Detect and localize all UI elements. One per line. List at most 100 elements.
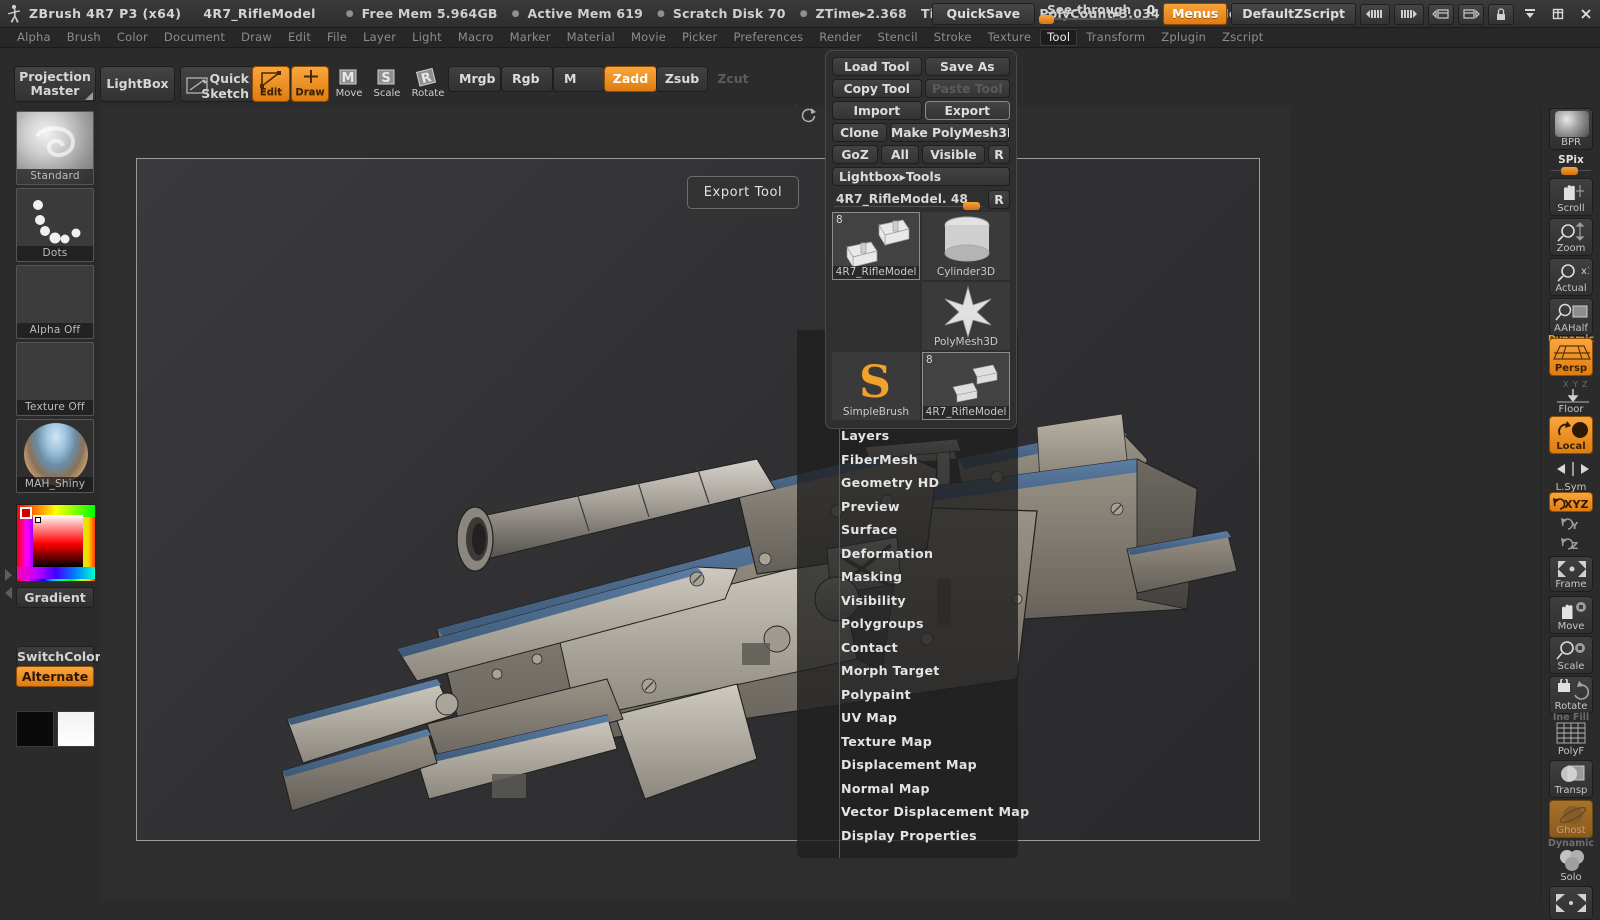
zcut-button[interactable]: Zcut [707,66,759,92]
switchcolor-button[interactable]: SwitchColor [16,646,101,667]
menu-render[interactable]: Render [812,29,868,46]
menu-tool[interactable]: Tool [1040,29,1078,46]
menu-color[interactable]: Color [110,29,155,46]
rgb-button[interactable]: Rgb [501,66,553,92]
goz-button[interactable]: GoZ [832,145,879,164]
menu-preferences[interactable]: Preferences [726,29,810,46]
visible-button[interactable]: Visible [921,145,986,164]
primary-color-swatch[interactable] [16,711,54,747]
menu-macro[interactable]: Macro [451,29,501,46]
edit-mode-button[interactable]: Edit [252,66,290,102]
save-as-button[interactable]: Save As [924,57,1010,76]
tool-tile-simplebrush[interactable]: S SimpleBrush [832,352,920,420]
bpr-render-button[interactable]: BPR [1549,108,1593,150]
tool-menu-normal-map[interactable]: Normal Map [839,777,930,800]
tool-menu-visibility[interactable]: Visibility [839,589,906,612]
dock-right-icon[interactable] [1458,3,1484,25]
import-button[interactable]: Import [832,101,922,120]
quick-sketch-button[interactable]: Quick Sketch [180,66,255,102]
transparency-button[interactable]: Transp [1549,760,1593,798]
current-stroke-thumbnail[interactable]: Dots [16,188,94,262]
menu-material[interactable]: Material [560,29,622,46]
document-frame[interactable] [136,158,1260,841]
tool-menu-geometry-hd[interactable]: Geometry HD [839,471,939,494]
refresh-icon[interactable] [800,106,818,124]
zoom-button[interactable]: Zoom [1549,218,1593,256]
current-material-thumbnail[interactable]: MAH_Shiny [16,419,94,493]
gradient-button[interactable]: Gradient [16,587,94,608]
m-button[interactable]: M [553,66,605,92]
load-tool-button[interactable]: Load Tool [832,57,922,76]
frame-button[interactable]: Frame [1549,556,1593,592]
perspective-button[interactable]: Persp [1549,338,1593,376]
menus-toggle-button[interactable]: Menus [1163,3,1228,25]
restore-icon[interactable] [1546,4,1570,25]
menu-movie[interactable]: Movie [624,29,673,46]
current-tool-knob[interactable] [963,202,980,210]
tool-menu-vector-displacement-map[interactable]: Vector Displacement Map [839,800,1029,823]
rotate-button[interactable]: Rotate [1549,676,1593,714]
tool-menu-display-properties[interactable]: Display Properties [839,824,977,847]
menu-draw[interactable]: Draw [234,29,279,46]
menu-light[interactable]: Light [405,29,449,46]
tool-menu-polypaint[interactable]: Polypaint [839,683,911,706]
lightbox-tools-button[interactable]: Lightbox▸Tools [832,167,1010,186]
floor-button[interactable]: X Y Z Floor [1549,378,1593,416]
menu-stencil[interactable]: Stencil [870,29,924,46]
menu-zscript[interactable]: Zscript [1215,29,1270,46]
tool-menu-fibermesh[interactable]: FiberMesh [839,448,918,471]
zscript-name-button[interactable]: DefaultZScript [1231,3,1356,25]
menu-transform[interactable]: Transform [1079,29,1152,46]
tool-menu-uv-map[interactable]: UV Map [839,706,897,729]
current-alpha-thumbnail[interactable]: Alpha Off [16,265,94,339]
tool-menu-preview[interactable]: Preview [839,495,900,518]
ghost-button[interactable]: Ghost [1549,800,1593,838]
minimize-icon[interactable] [1518,4,1542,25]
canvas-area[interactable]: : 1,600 52,046 [100,70,1290,900]
move-mode-button[interactable]: M Move [330,66,368,102]
zadd-button[interactable]: Zadd [604,66,657,92]
tool-menu-texture-map[interactable]: Texture Map [839,730,932,753]
visible-r-button[interactable]: R [988,145,1011,164]
xyz-rotate-button[interactable]: XYZ [1549,492,1593,512]
tool-menu-polygroups[interactable]: Polygroups [839,612,924,635]
mrgb-button[interactable]: Mrgb [448,66,501,92]
menu-edit[interactable]: Edit [281,29,318,46]
zsub-button[interactable]: Zsub [656,66,708,92]
projection-master-button[interactable]: Projection Master [14,66,96,102]
spix-knob[interactable] [1561,167,1578,175]
expand-button[interactable] [1549,886,1593,920]
shelf-expand-arrows-icon[interactable] [3,561,13,611]
color-sv-cursor[interactable] [35,517,41,523]
rifle-3d-model[interactable] [137,159,1261,842]
polyframe-button[interactable]: PolyF [1549,720,1593,758]
make-polymesh3d-button[interactable]: Make PolyMesh3D [890,123,1010,142]
aahalf-button[interactable]: AAHalf [1549,298,1593,336]
current-texture-thumbnail[interactable]: Texture Off [16,342,94,416]
copy-tool-button[interactable]: Copy Tool [832,79,922,98]
actual-size-button[interactable]: x1 Actual [1549,258,1593,296]
menu-texture[interactable]: Texture [981,29,1039,46]
see-through-slider[interactable]: See-through 0 [1039,1,1159,27]
scroll-button[interactable]: Scroll [1549,178,1593,216]
menu-layer[interactable]: Layer [356,29,403,46]
tool-tile-cylinder3d[interactable]: Cylinder3D [922,212,1010,280]
menu-picker[interactable]: Picker [675,29,724,46]
tool-tile-rifle-2[interactable]: 8 4R7_RifleModel [922,352,1010,420]
see-through-knob[interactable] [1039,15,1055,24]
menu-document[interactable]: Document [157,29,232,46]
tool-menu-deformation[interactable]: Deformation [839,542,933,565]
scale-mode-button[interactable]: S Scale [368,66,406,102]
next-zscript-icon[interactable] [1394,3,1424,25]
solo-button[interactable]: Solo [1549,846,1593,884]
quicksave-button[interactable]: QuickSave [931,3,1036,25]
tool-menu-contact[interactable]: Contact [839,636,898,659]
tool-tile-polymesh3d[interactable]: PolyMesh3D [922,282,1010,350]
local-transform-button[interactable]: Local [1549,416,1593,454]
menu-marker[interactable]: Marker [503,29,558,46]
tool-r-button[interactable]: R [988,190,1010,209]
menu-zplugin[interactable]: Zplugin [1154,29,1213,46]
rotate-z-button[interactable]: Z [1549,534,1593,554]
tool-menu-morph-target[interactable]: Morph Target [839,659,940,682]
all-button[interactable]: All [881,145,919,164]
